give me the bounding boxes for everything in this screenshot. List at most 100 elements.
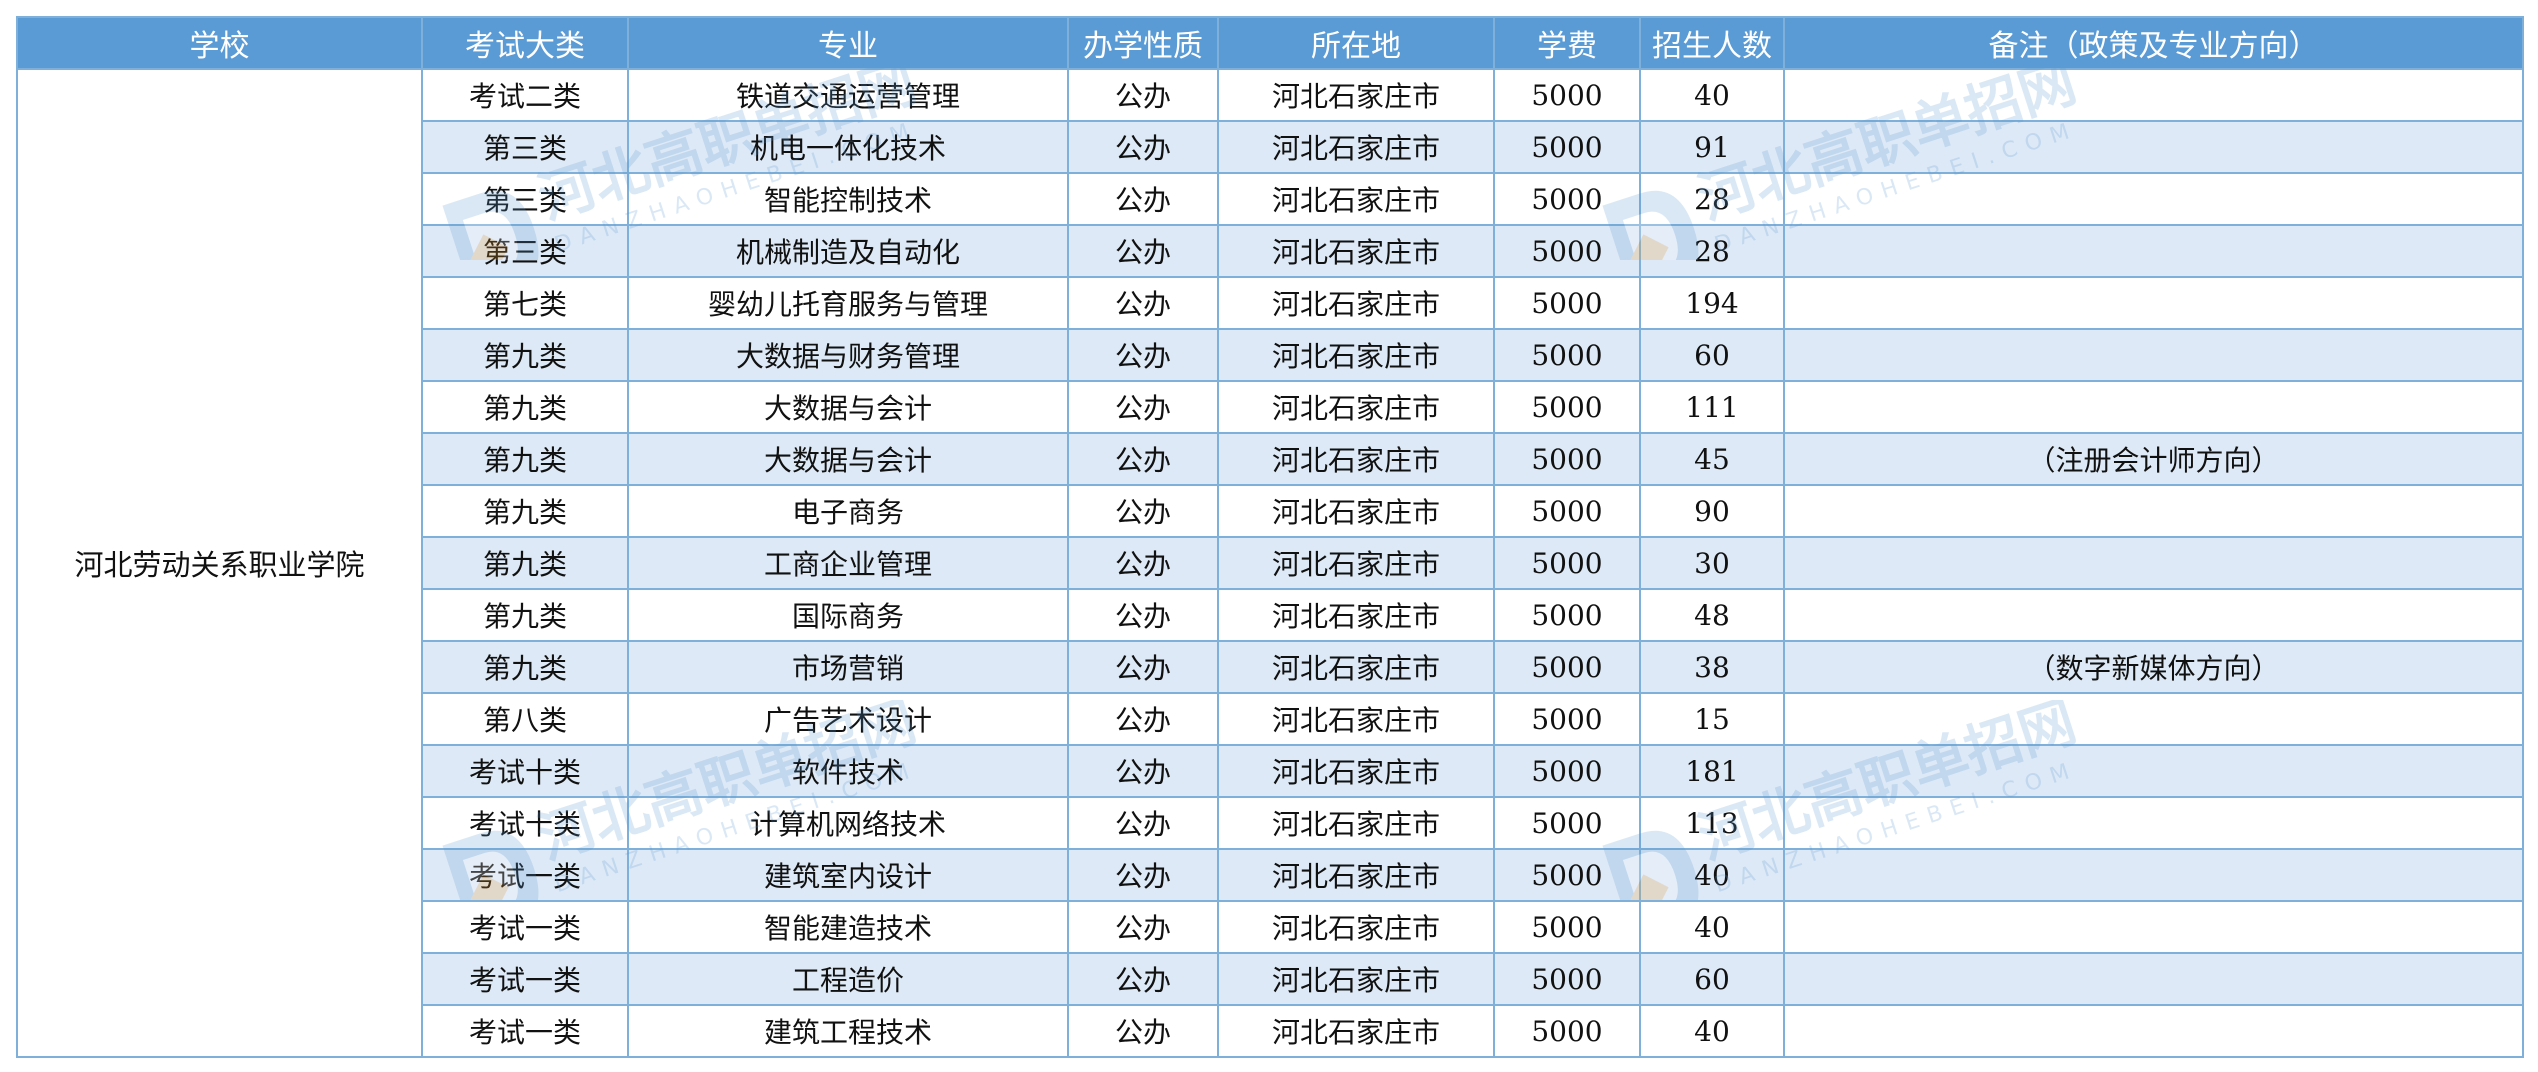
cell-fee: 5000	[1493, 172, 1641, 226]
cell-nature: 公办	[1067, 68, 1219, 122]
cell-category: 考试一类	[421, 952, 629, 1006]
cell-major: 建筑室内设计	[627, 848, 1069, 902]
cell-nature: 公办	[1067, 744, 1219, 798]
cell-note	[1783, 484, 2524, 538]
cell-count: 181	[1639, 744, 1785, 798]
cell-nature: 公办	[1067, 692, 1219, 746]
cell-count: 15	[1639, 692, 1785, 746]
cell-category: 考试一类	[421, 900, 629, 954]
cell-fee: 5000	[1493, 640, 1641, 694]
cell-nature: 公办	[1067, 432, 1219, 486]
cell-fee: 5000	[1493, 536, 1641, 590]
cell-count: 28	[1639, 224, 1785, 278]
cell-category: 考试十类	[421, 744, 629, 798]
cell-count: 113	[1639, 796, 1785, 850]
cell-note	[1783, 328, 2524, 382]
cell-note	[1783, 224, 2524, 278]
cell-count: 40	[1639, 1004, 1785, 1058]
cell-major: 建筑工程技术	[627, 1004, 1069, 1058]
cell-major: 电子商务	[627, 484, 1069, 538]
cell-location: 河北石家庄市	[1217, 328, 1495, 382]
cell-major: 机械制造及自动化	[627, 224, 1069, 278]
cell-location: 河北石家庄市	[1217, 380, 1495, 434]
cell-category: 第九类	[421, 380, 629, 434]
cell-location: 河北石家庄市	[1217, 224, 1495, 278]
cell-major: 智能控制技术	[627, 172, 1069, 226]
cell-note	[1783, 588, 2524, 642]
cell-fee: 5000	[1493, 68, 1641, 122]
cell-category: 第三类	[421, 172, 629, 226]
cell-location: 河北石家庄市	[1217, 276, 1495, 330]
column-header-category: 考试大类	[421, 16, 629, 70]
cell-category: 第九类	[421, 640, 629, 694]
cell-category: 第九类	[421, 484, 629, 538]
cell-category: 第三类	[421, 120, 629, 174]
cell-note	[1783, 536, 2524, 590]
cell-fee: 5000	[1493, 848, 1641, 902]
table-row: 河北劳动关系职业学院 考试二类 铁道交通运营管理 公办 河北石家庄市 5000 40	[16, 68, 2524, 1058]
cell-count: 30	[1639, 536, 1785, 590]
cell-category: 考试二类	[421, 68, 629, 122]
cell-count: 38	[1639, 640, 1785, 694]
cell-fee: 5000	[1493, 380, 1641, 434]
cell-note	[1783, 120, 2524, 174]
cell-category: 第九类	[421, 588, 629, 642]
table-header-row: 学校 考试大类 专业 办学性质 所在地 学费 招生人数 备注（政策及专业方向）	[16, 16, 2524, 70]
cell-fee: 5000	[1493, 276, 1641, 330]
cell-note	[1783, 1004, 2524, 1058]
cell-location: 河北石家庄市	[1217, 796, 1495, 850]
cell-location: 河北石家庄市	[1217, 848, 1495, 902]
cell-count: 28	[1639, 172, 1785, 226]
cell-category: 考试一类	[421, 1004, 629, 1058]
cell-location: 河北石家庄市	[1217, 1004, 1495, 1058]
cell-fee: 5000	[1493, 692, 1641, 746]
cell-count: 90	[1639, 484, 1785, 538]
cell-category: 考试一类	[421, 848, 629, 902]
cell-note	[1783, 952, 2524, 1006]
cell-nature: 公办	[1067, 536, 1219, 590]
cell-major: 机电一体化技术	[627, 120, 1069, 174]
cell-count: 40	[1639, 848, 1785, 902]
column-header-major: 专业	[627, 16, 1069, 70]
cell-count: 40	[1639, 68, 1785, 122]
cell-fee: 5000	[1493, 328, 1641, 382]
cell-major: 婴幼儿托育服务与管理	[627, 276, 1069, 330]
cell-major: 大数据与会计	[627, 432, 1069, 486]
cell-count: 45	[1639, 432, 1785, 486]
table-body: 河北劳动关系职业学院 考试二类 铁道交通运营管理 公办 河北石家庄市 5000 40 第三类机…	[16, 68, 2524, 1058]
cell-fee: 5000	[1493, 744, 1641, 798]
column-header-school: 学校	[16, 16, 423, 70]
cell-category: 第九类	[421, 536, 629, 590]
cell-nature: 公办	[1067, 276, 1219, 330]
cell-note: （注册会计师方向）	[1783, 432, 2524, 486]
cell-location: 河北石家庄市	[1217, 484, 1495, 538]
cell-fee: 5000	[1493, 120, 1641, 174]
cell-nature: 公办	[1067, 952, 1219, 1006]
cell-major: 工商企业管理	[627, 536, 1069, 590]
cell-school: 河北劳动关系职业学院	[16, 68, 423, 1058]
cell-category: 第九类	[421, 328, 629, 382]
cell-location: 河北石家庄市	[1217, 744, 1495, 798]
cell-fee: 5000	[1493, 484, 1641, 538]
cell-category: 第三类	[421, 224, 629, 278]
cell-nature: 公办	[1067, 484, 1219, 538]
cell-count: 91	[1639, 120, 1785, 174]
cell-location: 河北石家庄市	[1217, 536, 1495, 590]
cell-location: 河北石家庄市	[1217, 900, 1495, 954]
cell-fee: 5000	[1493, 432, 1641, 486]
cell-nature: 公办	[1067, 1004, 1219, 1058]
cell-major: 计算机网络技术	[627, 796, 1069, 850]
cell-note	[1783, 900, 2524, 954]
cell-fee: 5000	[1493, 952, 1641, 1006]
column-header-fee: 学费	[1493, 16, 1641, 70]
cell-major: 铁道交通运营管理	[627, 68, 1069, 122]
cell-note	[1783, 796, 2524, 850]
cell-nature: 公办	[1067, 172, 1219, 226]
cell-major: 市场营销	[627, 640, 1069, 694]
cell-count: 60	[1639, 952, 1785, 1006]
cell-major: 软件技术	[627, 744, 1069, 798]
cell-nature: 公办	[1067, 640, 1219, 694]
cell-nature: 公办	[1067, 328, 1219, 382]
cell-location: 河北石家庄市	[1217, 68, 1495, 122]
cell-location: 河北石家庄市	[1217, 588, 1495, 642]
